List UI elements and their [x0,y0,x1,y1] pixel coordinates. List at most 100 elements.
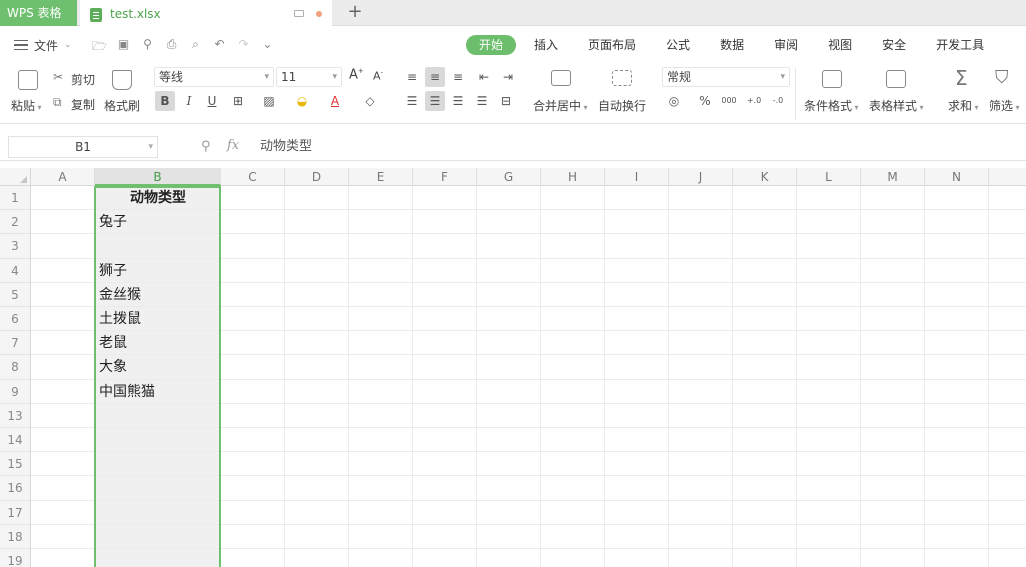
row-header[interactable]: 18 [0,525,30,549]
sum-button[interactable]: 求和 ▾ [948,97,979,114]
column-header-k[interactable]: K [733,168,797,186]
redo-icon[interactable]: ↷ [236,37,251,58]
align-bottom-icon[interactable]: ≡ [448,67,468,87]
save-icon[interactable]: ▣ [116,37,131,58]
row-header[interactable]: 3 [0,234,30,259]
column-header-a[interactable]: A [31,168,95,186]
decrease-indent-icon[interactable]: ⇤ [474,67,494,87]
increase-indent-icon[interactable]: ⇥ [498,67,518,87]
align-top-icon[interactable]: ≡ [402,67,422,87]
decrease-decimal-button[interactable]: -.0 [768,91,788,111]
copy-button[interactable]: 复制 [71,96,95,113]
font-color-button[interactable]: A [325,91,345,111]
row-header[interactable]: 17 [0,501,30,525]
copy-icon[interactable]: ⧉ [53,95,62,110]
file-tab[interactable]: test.xlsx [80,0,332,26]
cut-button[interactable]: 剪切 [71,71,95,88]
name-box[interactable]: B1 ▾ [8,136,158,158]
row-header[interactable]: 13 [0,404,30,428]
table-style-icon[interactable] [886,70,906,88]
row-header[interactable]: 4 [0,259,30,283]
fill-pattern-icon[interactable]: ▨ [259,91,279,111]
select-all-corner[interactable] [0,168,31,186]
filter-button[interactable]: 筛选 ▾ [989,97,1020,114]
row-header[interactable]: 14 [0,428,30,453]
font-name-select[interactable]: 等线 ▾ [154,67,274,87]
column-header-b[interactable]: B [95,168,221,186]
italic-button[interactable]: I [179,91,199,111]
tab-8[interactable]: 开发工具 [924,35,996,55]
row-header[interactable]: 9 [0,380,30,404]
column-header-l[interactable]: L [797,168,861,186]
row-header[interactable]: 15 [0,452,30,477]
cell-area[interactable]: 动物类型 兔子 狮子 金丝猴 土拨鼠 老鼠 大象 中国熊猫 [31,186,1026,567]
merge-center-icon[interactable] [551,70,571,86]
row-header[interactable]: 19 [0,549,30,567]
column-header-d[interactable]: D [285,168,349,186]
file-menu-button[interactable]: 文件 ⌄ [14,37,72,53]
monitor-icon[interactable] [294,10,304,17]
align-left-icon[interactable]: ☰ [402,91,422,111]
undo-icon[interactable]: ↶ [212,37,227,58]
paste-icon[interactable] [18,70,38,90]
tab-6[interactable]: 视图 [816,35,864,55]
new-tab-button[interactable]: + [344,1,366,25]
column-header-f[interactable]: F [413,168,477,186]
open-icon[interactable]: 🗁 [92,37,107,58]
column-header-g[interactable]: G [477,168,541,186]
percent-button[interactable]: % [695,91,715,111]
spreadsheet-grid[interactable]: ABCDEFGHIJKLMN 1 2 3 4 5 6 7 8 9 13 14 15 16 17 18 19 动… [0,168,1026,567]
distributed-icon[interactable]: ⊟ [496,91,516,111]
search-icon[interactable]: ⚲ [201,139,211,154]
table-style-button[interactable]: 表格样式 ▾ [869,97,924,114]
row-header[interactable]: 2 [0,210,30,235]
currency-icon[interactable]: ◎ [664,91,684,111]
bold-button[interactable]: B [155,91,175,111]
row-header[interactable]: 6 [0,307,30,332]
print-preview-icon[interactable]: ⚲ [140,37,155,58]
column-header-h[interactable]: H [541,168,605,186]
customize-chevron-icon[interactable]: ⌄ [260,37,275,58]
column-header-c[interactable]: C [221,168,285,186]
underline-button[interactable]: U [202,91,222,111]
increase-decimal-button[interactable]: +.0 [744,91,764,111]
merge-center-button[interactable]: 合并居中 ▾ [533,97,588,114]
row-header[interactable]: 5 [0,283,30,307]
fx-icon[interactable]: fx [227,138,239,153]
format-painter-icon[interactable] [112,70,132,90]
tab-2[interactable]: 页面布局 [576,35,648,55]
wrap-text-button[interactable]: 自动换行 [598,97,646,114]
fill-color-icon[interactable]: ◒ [292,91,312,111]
column-header-i[interactable]: I [605,168,669,186]
print-icon[interactable]: ⎙ [164,37,179,58]
justify-icon[interactable]: ☰ [472,91,492,111]
column-header-e[interactable]: E [349,168,413,186]
paste-button[interactable]: 粘贴 ▾ [11,97,42,114]
app-tab[interactable]: WPS 表格 [0,0,77,26]
column-header-m[interactable]: M [861,168,925,186]
align-middle-icon[interactable]: ≡ [425,67,445,87]
filter-icon[interactable]: ⛉ [995,67,1009,88]
border-icon[interactable]: ⊞ [228,91,248,111]
tab-1[interactable]: 插入 [522,35,570,55]
wrap-text-icon[interactable] [612,70,632,86]
tab-4[interactable]: 数据 [708,35,756,55]
tab-3[interactable]: 公式 [654,35,702,55]
preview-icon[interactable]: ⌕ [188,37,203,58]
row-header[interactable]: 1 [0,186,30,211]
number-format-select[interactable]: 常规 ▾ [662,67,790,87]
increase-font-button[interactable]: A+ [349,67,364,82]
row-header[interactable]: 16 [0,476,30,501]
tab-0[interactable]: 开始 [466,35,517,55]
conditional-format-button[interactable]: 条件格式 ▾ [804,97,859,114]
align-center-icon[interactable]: ☰ [425,91,445,111]
align-right-icon[interactable]: ☰ [448,91,468,111]
conditional-format-icon[interactable] [822,70,842,88]
tab-5[interactable]: 审阅 [762,35,810,55]
eraser-icon[interactable]: ◇ [360,91,380,111]
row-header[interactable]: 8 [0,355,30,380]
column-header-n[interactable]: N [925,168,989,186]
thousands-button[interactable]: 000 [719,91,739,111]
sum-icon[interactable]: Σ [955,66,968,90]
font-size-select[interactable]: 11 ▾ [276,67,342,87]
